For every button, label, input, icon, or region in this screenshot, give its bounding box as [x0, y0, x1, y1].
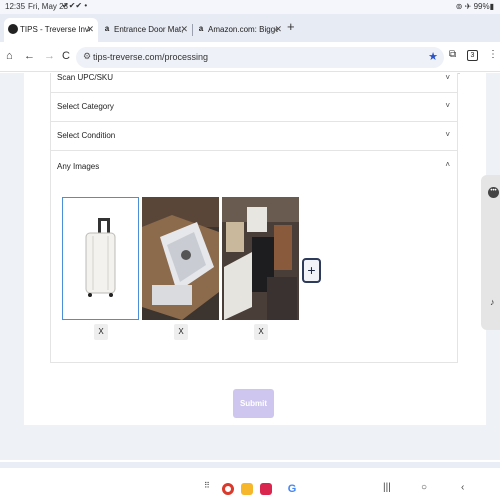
status-bar: 12:35 Fri, May 23 ✔✔✔ • ⊚ ✈ 99%▮	[0, 0, 500, 14]
close-tab-icon[interactable]: ✕	[86, 24, 94, 35]
tab-label: Amazon.com: BiggerFind	[208, 25, 278, 34]
section-label: Select Condition	[57, 131, 116, 140]
side-panel-handle[interactable]: ••• ♪	[481, 175, 500, 330]
tab-count-button[interactable]: 3	[467, 50, 478, 61]
tab-tips-treverse[interactable]: TIPS - Treverse Inventory ✕	[4, 18, 98, 42]
translate-icon[interactable]: ⧉	[449, 49, 456, 60]
image-thumbnail-boxed-product[interactable]	[142, 197, 219, 320]
remove-image-button[interactable]: X	[94, 324, 108, 340]
amazon-favicon-icon: a	[104, 24, 110, 33]
section-label: Scan UPC/SKU	[57, 73, 114, 82]
back-arrow-icon[interactable]: ←	[24, 50, 35, 62]
reload-icon[interactable]: C	[62, 50, 70, 62]
amazon-favicon-icon: a	[198, 24, 204, 33]
battery-status: ⊚ ✈ 99%▮	[455, 2, 494, 11]
chevron-down-icon: ˅	[445, 73, 450, 82]
select-condition-section[interactable]: Select Condition ˅	[50, 122, 458, 151]
section-label: Select Category	[57, 102, 114, 111]
add-image-button[interactable]: +	[302, 258, 321, 283]
back-button[interactable]: ‹	[461, 482, 464, 493]
tab-label: TIPS - Treverse Inventory	[20, 25, 90, 34]
section-label: Any Images	[57, 162, 100, 171]
chevron-down-icon: ˅	[445, 101, 450, 110]
google-app-icon[interactable]: G	[286, 483, 298, 495]
recents-button[interactable]: |||	[383, 482, 391, 493]
select-category-section[interactable]: Select Category ˅	[50, 93, 458, 122]
address-bar[interactable]: ⚙ tips-treverse.com/processing ★	[76, 47, 444, 68]
screen-recorder-app-icon[interactable]	[260, 483, 272, 495]
tab-label: Entrance Door Mat, 36 x	[114, 25, 184, 34]
site-info-icon[interactable]: ⚙	[83, 51, 91, 62]
home-icon[interactable]: ⌂	[6, 50, 13, 62]
submit-button[interactable]: Submit	[233, 389, 274, 418]
chrome-app-icon[interactable]	[222, 483, 234, 495]
menu-icon[interactable]: ⋮	[488, 49, 498, 60]
audio-tool-icon[interactable]: ♪	[490, 297, 495, 307]
chevron-down-icon: ˅	[445, 130, 450, 139]
home-button[interactable]: ○	[421, 482, 427, 493]
notes-app-icon[interactable]	[241, 483, 253, 495]
bookmark-star-icon[interactable]: ★	[428, 50, 438, 63]
tips-favicon-icon	[8, 24, 18, 34]
close-tab-icon[interactable]: ✕	[274, 24, 282, 35]
tab-entrance-door-mat[interactable]: a Entrance Door Mat, 36 x ✕	[98, 18, 192, 42]
tab-amazon-biggerfind[interactable]: a Amazon.com: BiggerFind ✕	[192, 18, 286, 42]
remove-image-button[interactable]: X	[254, 324, 268, 340]
more-options-icon[interactable]: •••	[488, 187, 499, 198]
notification-icons: ✔✔✔ •	[62, 1, 88, 10]
forward-arrow-icon[interactable]: →	[44, 50, 55, 62]
close-tab-icon[interactable]: ✕	[180, 24, 188, 35]
image-thumbnail-suitcase[interactable]	[62, 197, 139, 320]
chevron-up-icon[interactable]: ˄	[445, 160, 450, 169]
clock: 12:35	[5, 2, 26, 11]
remove-image-button[interactable]: X	[174, 324, 188, 340]
scan-upc-section[interactable]: Scan UPC/SKU ˅	[50, 73, 458, 93]
toolbar: ⌂ ← → C ⚙ tips-treverse.com/processing ★…	[0, 42, 500, 72]
app-drawer-icon[interactable]: ⠿	[204, 481, 211, 490]
image-thumbnail-warehouse-boxes[interactable]	[222, 197, 299, 320]
system-dock: ⠿ G ||| ○ ‹	[0, 462, 500, 500]
url-text[interactable]: tips-treverse.com/processing	[93, 52, 208, 62]
new-tab-button[interactable]: +	[287, 19, 295, 34]
tab-strip: TIPS - Treverse Inventory ✕ a Entrance D…	[0, 14, 500, 42]
